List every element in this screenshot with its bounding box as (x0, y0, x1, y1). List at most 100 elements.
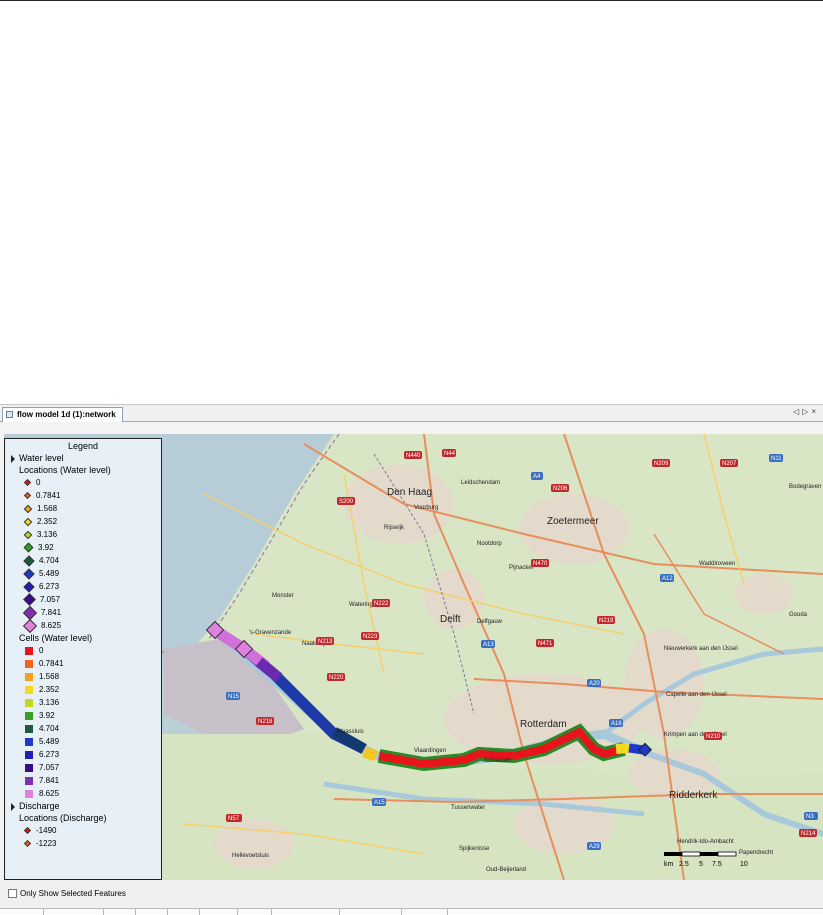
map-label: Hendrik-Ido-Ambacht (677, 839, 734, 845)
table-column[interactable] (272, 909, 340, 915)
legend-item-label: 5.489 (39, 569, 60, 578)
road-label: N44 (442, 449, 456, 457)
tab-network[interactable]: flow model 1d (1):network (2, 407, 123, 422)
diamond-marker-icon (23, 517, 33, 527)
svg-text:N440: N440 (406, 453, 421, 459)
road-label: N15 (226, 692, 240, 700)
map-label: Gouda (789, 612, 808, 618)
svg-text:N471: N471 (538, 641, 553, 647)
road-label: A20 (587, 679, 601, 687)
map-window: flow model 1d (1):network ◁▷× Den Haag L… (0, 404, 823, 915)
map-icon (6, 411, 13, 418)
legend-item-label: 7.057 (40, 595, 61, 604)
legend-item-label: 7.057 (39, 763, 60, 772)
color-swatch-icon (25, 672, 33, 681)
road-label: A15 (372, 798, 386, 806)
table-column[interactable] (340, 909, 402, 915)
expand-triangle-icon[interactable] (11, 802, 15, 811)
legend-item: 0 (9, 476, 157, 489)
expand-triangle-icon[interactable] (11, 454, 15, 463)
road-label: N214 (799, 829, 817, 837)
legend-item: 4.704 (9, 554, 157, 567)
legend-panel: Legend Water level Locations (Water leve… (4, 438, 162, 880)
legend-item: 1.568 (9, 670, 157, 683)
legend-layer-label: Cells (Water level) (19, 633, 93, 643)
table-column[interactable] (104, 909, 136, 915)
diamond-marker-icon (23, 530, 33, 540)
svg-text:N15: N15 (228, 694, 240, 700)
tab-right-icon[interactable]: ▷ (802, 407, 811, 416)
scale-label: 2.5 (679, 861, 689, 868)
road-label: N220 (327, 673, 345, 681)
legend-item: 8.625 (9, 618, 157, 633)
only-show-selected-checkbox[interactable] (8, 889, 17, 899)
legend-item: 0 (9, 644, 157, 657)
only-show-selected-option[interactable]: Only Show Selected Features (8, 888, 126, 900)
road-label: N219 (597, 616, 615, 624)
road-label: N222 (372, 599, 390, 607)
road-label: N3 (804, 812, 818, 820)
diamond-marker-icon (23, 827, 32, 835)
map-label: Pijnacker (509, 565, 534, 571)
legend-item: 3.92 (9, 709, 157, 722)
color-swatch-icon (25, 724, 33, 733)
svg-text:N220: N220 (329, 675, 344, 681)
table-column[interactable] (44, 909, 104, 915)
legend-item: 7.057 (9, 761, 157, 774)
color-swatch-icon (25, 646, 33, 655)
map-label: Monster (272, 593, 294, 599)
legend-item-label: 7.841 (41, 608, 62, 617)
road-label: S200 (337, 497, 355, 505)
svg-text:N206: N206 (553, 486, 568, 492)
legend-item-label: 1.568 (39, 672, 60, 681)
table-column[interactable] (168, 909, 200, 915)
legend-list-locations-discharge: -1490 -1223 (9, 824, 157, 850)
tab-nav: ◁▷× (793, 407, 819, 416)
road-label: N210 (704, 732, 722, 740)
road-label: N57 (226, 814, 242, 822)
road-label: A29 (587, 842, 601, 850)
legend-item-label: 0.7841 (39, 659, 64, 668)
map-label: Nieuwerkerk aan den IJssel (664, 646, 738, 652)
map-label: Spijkenisse (459, 846, 490, 852)
svg-text:N213: N213 (318, 639, 333, 645)
tab-title: flow model 1d (1):network (17, 410, 116, 419)
legend-list-locations-water: 0 0.7841 1.568 2.352 3.136 3.92 4.704 5.489 6.27… (9, 476, 157, 633)
top-border (0, 0, 823, 1)
legend-item-label: 0 (36, 478, 41, 487)
legend-item: 7.841 (9, 774, 157, 787)
legend-item-label: 2.352 (39, 685, 60, 694)
tab-left-icon[interactable]: ◁ (793, 407, 802, 416)
map-label: Bodegraven (789, 484, 821, 490)
color-swatch-icon (25, 698, 33, 707)
road-label: N207 (720, 459, 738, 467)
road-label: A13 (481, 640, 495, 648)
legend-item-label: 4.704 (39, 724, 60, 733)
table-column[interactable] (136, 909, 168, 915)
road-label: N218 (256, 717, 274, 725)
legend-item-label: 8.625 (41, 621, 62, 630)
diamond-marker-icon (22, 618, 38, 633)
bottom-bar: Only Show Selected Features (0, 880, 823, 915)
diamond-marker-icon (23, 593, 36, 607)
table-column[interactable] (238, 909, 272, 915)
svg-text:A12: A12 (662, 576, 673, 582)
legend-group-water-level[interactable]: Water level (9, 452, 157, 464)
map-label: Leidschendam (461, 480, 500, 486)
legend-item: 7.057 (9, 593, 157, 607)
color-swatch-icon (25, 776, 33, 785)
legend-item: 6.273 (9, 580, 157, 593)
scale-label: 7.5 (712, 861, 722, 868)
legend-group-discharge[interactable]: Discharge (9, 800, 157, 812)
close-icon[interactable]: × (811, 407, 819, 416)
table-column[interactable] (0, 909, 44, 915)
legend-item: 2.352 (9, 515, 157, 528)
road-label: A16 (609, 719, 623, 727)
map-label: Tussenwater (451, 805, 485, 811)
diamond-marker-icon (22, 605, 38, 620)
table-column[interactable] (402, 909, 448, 915)
table-column[interactable] (200, 909, 238, 915)
legend-item-label: 1.568 (37, 504, 58, 513)
svg-text:A13: A13 (483, 642, 494, 648)
map-label: Nootdorp (477, 541, 502, 547)
